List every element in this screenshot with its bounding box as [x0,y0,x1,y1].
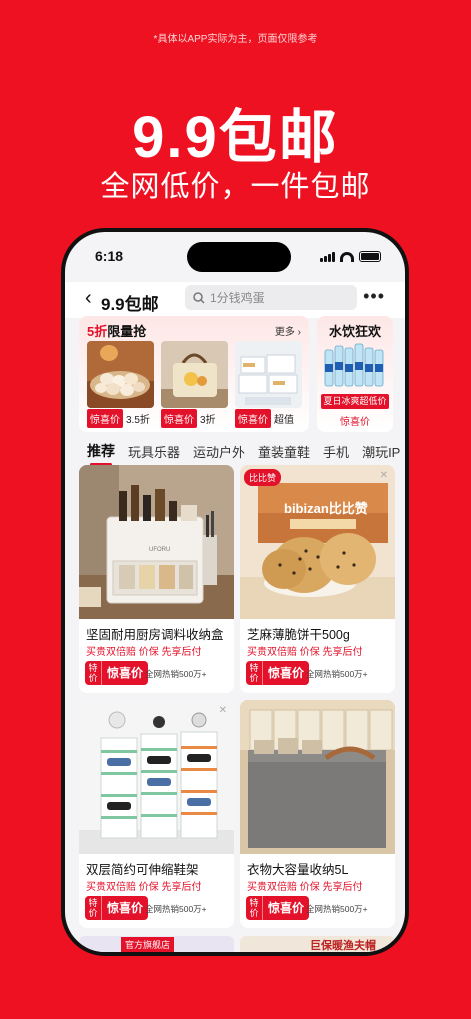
product-sales: 全网热销500万+ [145,904,207,914]
product-card[interactable]: 衣物大容量收纳5L 买贵双倍赔 价保 先享后付 特价 惊喜价 全网热销500万+ [240,700,395,928]
shoe-rack-image: ✕ [79,700,234,854]
flash-item-tissues[interactable]: 惊喜价 超值 [235,341,302,429]
flash-sale-more-link[interactable]: 更多 › [275,323,301,338]
product-card[interactable]: 比比赞 bibizan比比赞 ✕ 芝麻薄脆饼干500g 买贵双倍赔 价保 先享后… [240,465,395,693]
promo-disclaimer: *具体以APP实际为主，页面仅限参考 [153,34,318,45]
close-icon[interactable]: ✕ [380,470,388,481]
product-card-partial[interactable]: 官方旗舰店 [79,936,234,952]
flash-item-discount: 3.5折 [126,415,150,426]
svg-text:UFORU: UFORU [149,547,170,553]
product-title: 双层简约可伸缩鞋架 [86,863,199,877]
drinks-promo-card[interactable]: 水饮狂欢 夏日冰爽超低价 惊喜价 [317,316,393,432]
category-tabs: 推荐 玩具乐器 运动户外 童装童鞋 手机 潮玩IP [65,437,405,465]
tab-toys[interactable]: 玩具乐器 [128,442,180,461]
brand-logo: 比比赞 [244,469,282,486]
signal-icon [320,251,335,262]
tissues-image [235,341,302,408]
promo-title: 9.9包邮 [132,105,339,170]
tab-recommend[interactable]: 推荐 [87,441,115,465]
flash-item-eggs[interactable]: 惊喜价 3.5折 [87,341,154,429]
storage-box-image [240,700,395,854]
tab-phones[interactable]: 手机 [323,442,349,461]
drinks-title: 水饮狂欢 [328,324,381,339]
product-card-partial[interactable]: 巨保暖渔夫帽 [240,936,395,952]
product-card[interactable]: UFORU 坚固耐用厨房调料收纳盒 买贵双倍赔 价保 先享后付 特价 惊喜价 全网… [79,465,234,693]
peek-product-label: 巨保暖渔夫帽 [310,940,376,952]
product-title: 坚固耐用厨房调料收纳盒 [86,628,224,642]
search-icon [193,291,205,304]
tab-trendy-toys[interactable]: 潮玩IP [362,442,400,461]
brand-name: bibizan比比赞 [284,501,368,516]
product-price-badge: 特价 惊喜价 [246,896,310,920]
biscuits-image: 比比赞 bibizan比比赞 ✕ [240,465,395,619]
phone-screen: 6:18 ‹ 9.9包邮 ••• 5折限量抢 更多 › 惊喜价3.5折 惊 [65,232,405,952]
flash-item-discount: 3折 [200,415,216,426]
spice-rack-image: UFORU [79,465,234,619]
page-title: 9.9包邮 [101,295,159,314]
flash-item-price-label: 惊喜价 [161,409,197,428]
product-sales: 全网热销500万+ [145,669,207,679]
product-price-badge: 特价 惊喜价 [85,661,149,685]
flash-item-price-label: 惊喜价 [235,409,271,428]
promo-subtitle: 全网低价，一件包邮 [100,171,371,203]
product-sales: 全网热销500万+ [306,669,368,679]
handbag-image [161,341,228,408]
product-price-badge: 特价 惊喜价 [246,661,310,685]
product-guarantee: 买贵双倍赔 价保 先享后付 [86,882,202,893]
drinks-price-label: 惊喜价 [340,417,370,428]
flash-sale-section[interactable]: 5折限量抢 更多 › 惊喜价 3.5折 惊喜价 3折 惊喜价 超值 [79,316,309,432]
battery-icon [359,251,381,262]
tab-sports[interactable]: 运动户外 [193,442,245,461]
product-guarantee: 买贵双倍赔 价保 先享后付 [247,647,363,658]
wifi-icon [340,251,354,262]
chevron-left-icon[interactable]: ‹ [85,287,92,310]
flash-sale-title: 5折限量抢 [87,324,147,339]
eggs-image [87,341,154,408]
product-price-badge: 特价 惊喜价 [85,896,149,920]
search-input[interactable] [210,290,340,305]
product-guarantee: 买贵双倍赔 价保 先享后付 [247,882,363,893]
flash-item-discount: 超值 [274,415,294,426]
close-icon[interactable]: ✕ [219,705,227,716]
tab-kids-wear[interactable]: 童装童鞋 [258,442,310,461]
phone-frame: 6:18 ‹ 9.9包邮 ••• 5折限量抢 更多 › 惊喜价3.5折 惊 [61,228,409,956]
more-icon[interactable]: ••• [363,286,385,307]
drink-bottles-image [323,340,387,388]
product-guarantee: 买贵双倍赔 价保 先享后付 [86,647,202,658]
product-title: 芝麻薄脆饼干500g [247,628,350,642]
flash-item-price-label: 惊喜价 [87,409,123,428]
product-title: 衣物大容量收纳5L [247,863,349,877]
nav-bar: ‹ 9.9包邮 ••• [65,282,405,318]
product-card[interactable]: ✕ 双层简约可伸缩鞋架 买贵双倍赔 价保 先享后付 特价 惊喜价 全网热销500万… [79,700,234,928]
peek-store-label: 官方旗舰店 [121,937,175,952]
search-bar[interactable] [185,285,357,310]
flash-item-handbag[interactable]: 惊喜价 3折 [161,341,228,429]
status-time: 6:18 [95,248,124,264]
drinks-badge: 夏日冰爽超低价 [321,394,389,409]
status-bar: 6:18 [65,232,405,282]
product-sales: 全网热销500万+ [306,904,368,914]
